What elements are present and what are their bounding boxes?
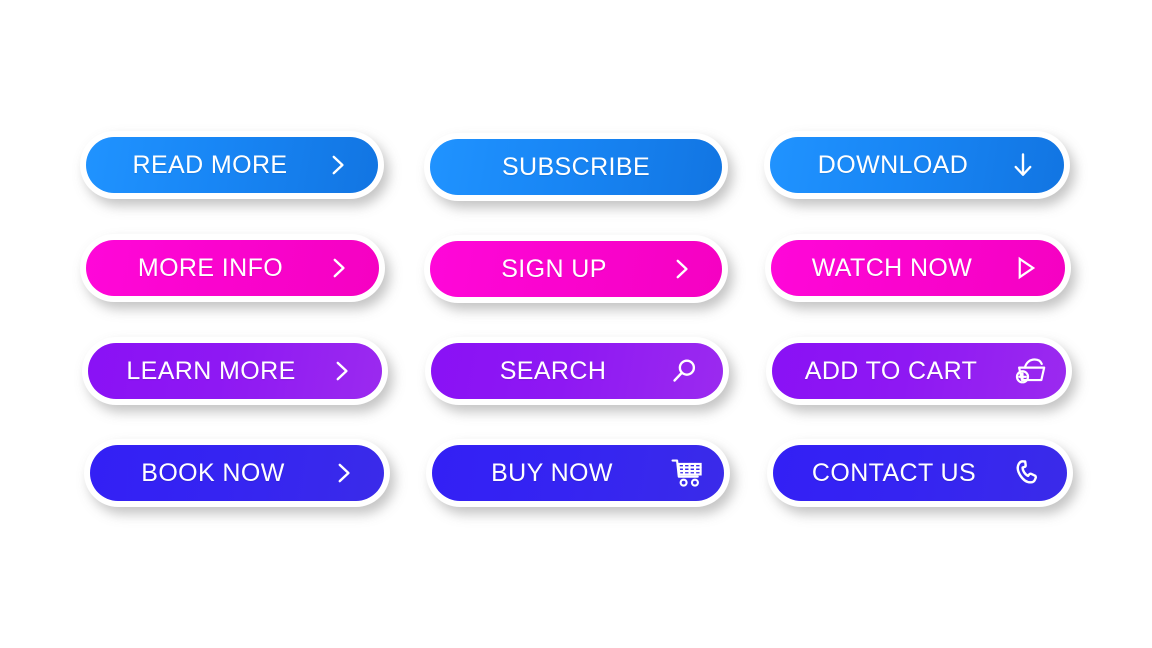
magnifier-icon — [669, 356, 699, 386]
chevron-right-icon — [328, 358, 354, 384]
button-subscribe[interactable]: SUBSCRIBE — [424, 133, 728, 201]
button-surface: WATCH NOW — [771, 240, 1065, 296]
button-label: WATCH NOW — [811, 253, 973, 282]
button-label: SIGN UP — [501, 254, 607, 283]
button-watch-now[interactable]: WATCH NOW — [765, 234, 1071, 302]
button-surface: SUBSCRIBE — [430, 139, 722, 195]
button-label: BUY NOW — [491, 458, 613, 487]
button-label: SEARCH — [499, 356, 607, 385]
button-search[interactable]: SEARCH — [425, 337, 729, 405]
button-more-info[interactable]: MORE INFO — [80, 234, 385, 302]
button-label: MORE INFO — [137, 253, 284, 282]
play-triangle-icon — [1011, 254, 1039, 282]
button-surface: SEARCH — [431, 343, 723, 399]
chevron-right-icon — [668, 256, 694, 282]
button-label: SUBSCRIBE — [501, 152, 651, 181]
button-surface: BUY NOW — [432, 445, 724, 501]
chevron-right-icon — [324, 152, 350, 178]
button-surface: MORE INFO — [86, 240, 379, 296]
button-surface: CONTACT US — [773, 445, 1067, 501]
shopping-cart-icon — [670, 456, 704, 490]
basket-plus-icon — [1014, 354, 1048, 388]
button-surface: SIGN UP — [430, 241, 722, 297]
button-sign-up[interactable]: SIGN UP — [424, 235, 728, 303]
button-surface: READ MORE — [86, 137, 378, 193]
button-surface: ADD TO CART — [772, 343, 1066, 399]
button-label: READ MORE — [132, 150, 288, 179]
chevron-right-icon — [325, 255, 351, 281]
button-label: ADD TO CART — [804, 356, 978, 385]
button-add-to-cart[interactable]: ADD TO CART — [766, 337, 1072, 405]
button-surface: LEARN MORE — [88, 343, 382, 399]
button-label: CONTACT US — [811, 458, 977, 487]
chevron-right-icon — [330, 460, 356, 486]
button-label: LEARN MORE — [126, 356, 296, 385]
button-learn-more[interactable]: LEARN MORE — [82, 337, 388, 405]
arrow-down-icon — [1008, 150, 1038, 180]
button-buy-now[interactable]: BUY NOW — [426, 439, 730, 507]
button-read-more[interactable]: READ MORE — [80, 131, 384, 199]
button-download[interactable]: DOWNLOAD — [764, 131, 1070, 199]
button-surface: BOOK NOW — [90, 445, 384, 501]
button-label: DOWNLOAD — [817, 150, 969, 179]
button-grid: READ MORE SUBSCRIBE DOWNLOAD MORE INFO SIGN … — [0, 0, 1152, 648]
button-book-now[interactable]: BOOK NOW — [84, 439, 390, 507]
button-label: BOOK NOW — [141, 458, 285, 487]
phone-icon — [1013, 457, 1045, 489]
button-contact-us[interactable]: CONTACT US — [767, 439, 1073, 507]
button-surface: DOWNLOAD — [770, 137, 1064, 193]
